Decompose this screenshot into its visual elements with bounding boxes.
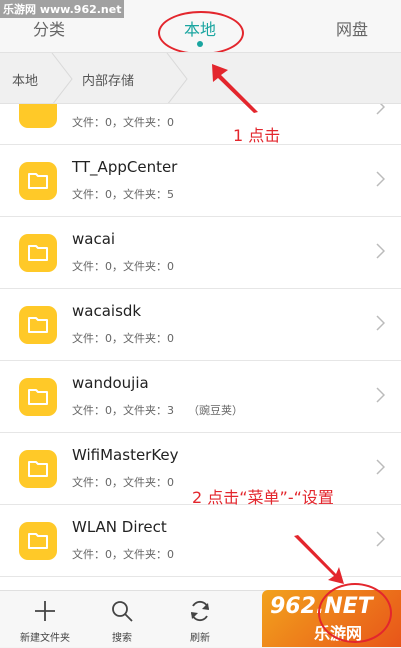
refresh-icon [191,600,209,622]
breadcrumb-internal-storage[interactable]: 内部存储 [82,70,134,89]
breadcrumb: 本地 内部存储 [0,52,401,104]
file-row[interactable]: 文件：0，文件夹：0 [0,104,401,145]
chevron-right-icon [376,171,385,187]
folder-icon [19,104,57,128]
annotation-arrow-icon [294,535,344,584]
refresh-button[interactable]: 刷新 [160,591,240,648]
plus-icon [35,601,55,621]
chevron-right-icon [376,315,385,331]
refresh-label: 刷新 [190,633,210,644]
folder-icon [19,378,57,416]
new-folder-button[interactable]: 新建文件夹 [5,591,85,648]
file-list[interactable]: 文件：0，文件夹：0 TT_AppCenter 文件：0，文件夹：5 wacai… [0,104,401,590]
file-name: WifiMasterKey [72,446,179,464]
file-meta: 文件：0，文件夹：0 [72,476,174,489]
folder-icon [19,450,57,488]
file-meta: 文件：0，文件夹：3 （豌豆荚） [72,404,243,417]
file-name: wacai [72,230,116,248]
file-row[interactable]: wacaisdk 文件：0，文件夹：0 [0,289,401,361]
chevron-right-icon [376,531,385,547]
folder-icon [19,162,57,200]
file-meta: 文件：0，文件夹：0 [72,116,174,129]
file-name: wandoujia [72,374,149,392]
annotation-step1: 1 点击 [233,126,281,145]
breadcrumb-separator-icon [166,53,188,103]
file-name: wacaisdk [72,302,142,320]
annotation-circle-menu [318,583,392,643]
search-label: 搜索 [112,633,132,644]
breadcrumb-separator-icon [51,53,73,103]
file-meta: 文件：0，文件夹：0 [72,332,174,345]
file-meta: 文件：0，文件夹：0 [72,260,174,273]
chevron-right-icon [376,387,385,403]
file-row[interactable]: wandoujia 文件：0，文件夹：3 （豌豆荚） [0,361,401,433]
breadcrumb-local[interactable]: 本地 [12,70,38,89]
folder-icon [19,306,57,344]
search-button[interactable]: 搜索 [82,591,162,648]
new-folder-label: 新建文件夹 [20,633,70,644]
watermark-text: 乐游网 www.962.net [0,0,125,18]
file-meta: 文件：0，文件夹：5 [72,188,174,201]
search-icon [112,601,133,622]
annotation-arrow-icon [212,64,258,113]
annotation-circle-tab [158,11,244,55]
tab-cloud[interactable]: 网盘 [336,16,368,40]
annotation-step2: 2 点击“菜单”-“设置 [192,488,334,507]
folder-icon [19,234,57,272]
chevron-right-icon [376,243,385,259]
file-name: WLAN Direct [72,518,167,536]
chevron-right-icon [376,104,385,115]
file-row[interactable]: wacai 文件：0，文件夹：0 [0,217,401,289]
file-meta: 文件：0，文件夹：0 [72,548,174,561]
chevron-right-icon [376,459,385,475]
file-name: TT_AppCenter [72,158,178,176]
folder-icon [19,522,57,560]
file-row[interactable]: TT_AppCenter 文件：0，文件夹：5 [0,145,401,217]
tab-category[interactable]: 分类 [33,16,65,40]
